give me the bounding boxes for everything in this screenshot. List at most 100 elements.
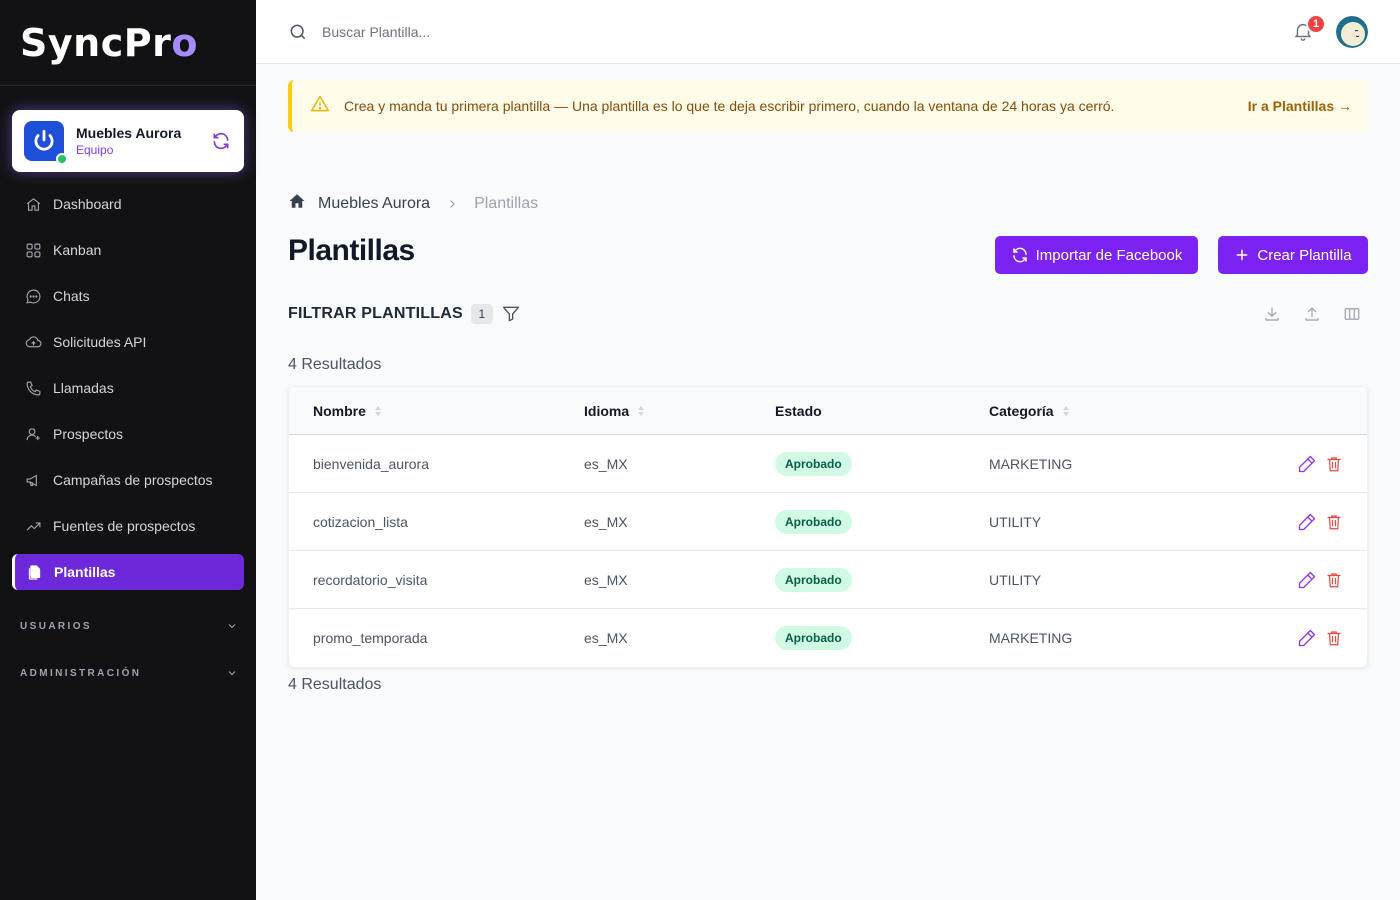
sort-icon[interactable]	[637, 405, 645, 417]
nav-item-solicitudes-api[interactable]: Solicitudes API	[12, 324, 244, 360]
edit-icon[interactable]	[1297, 512, 1317, 532]
template-name: recordatorio_visita	[313, 571, 428, 588]
column-idioma[interactable]: Idioma	[584, 403, 775, 419]
table-row[interactable]: bienvenida_aurora es_MX Aprobado MARKETI…	[289, 435, 1367, 493]
upload-icon[interactable]	[1303, 305, 1321, 328]
logo[interactable]: SyncPro	[0, 0, 256, 86]
sidebar: SyncPro Muebles Aurora Equipo Dashboard …	[0, 0, 256, 900]
refresh-icon	[1011, 246, 1029, 264]
breadcrumb-current: Plantillas	[474, 194, 539, 212]
alert-link[interactable]: Ir a Plantillas →	[1248, 98, 1352, 114]
nav-item-chats[interactable]: Chats	[12, 278, 244, 314]
notification-badge: 1	[1306, 14, 1326, 34]
filter-icon[interactable]	[501, 304, 521, 324]
template-language: es_MX	[584, 630, 628, 646]
topbar: 1	[256, 0, 1400, 64]
alert-text: Crea y manda tu primera plantilla — Una …	[344, 98, 1115, 114]
import-facebook-button[interactable]: Importar de Facebook	[995, 236, 1198, 274]
template-name: promo_temporada	[313, 630, 428, 646]
nav-label: Prospectos	[53, 426, 124, 442]
create-template-button[interactable]: Crear Plantilla	[1218, 236, 1368, 274]
create-label: Crear Plantilla	[1257, 246, 1352, 264]
template-category: UTILITY	[989, 571, 1042, 588]
templates-table: Nombre Idioma Estado Categoría bienvenid…	[288, 386, 1368, 668]
chevron-right-icon	[446, 198, 458, 210]
nav-item-campanas[interactable]: Campañas de prospectos	[12, 462, 244, 498]
sort-icon[interactable]	[1062, 405, 1070, 417]
trash-icon[interactable]	[1325, 570, 1343, 590]
logo-text: SyncPro	[20, 20, 198, 65]
nav-label: Fuentes de prospectos	[53, 518, 196, 534]
trending-up-icon	[24, 517, 42, 535]
power-icon	[34, 129, 54, 151]
trash-icon[interactable]	[1325, 628, 1343, 648]
breadcrumb-home[interactable]: Muebles Aurora	[318, 195, 430, 213]
nav-item-plantillas[interactable]: Plantillas	[12, 554, 244, 590]
filter-title: FILTRAR PLANTILLAS	[288, 305, 463, 322]
online-indicator	[56, 153, 68, 165]
column-categoria[interactable]: Categoría	[989, 403, 1189, 419]
nav-label: Kanban	[53, 242, 102, 258]
column-label: Idioma	[584, 402, 630, 419]
template-category: UTILITY	[989, 513, 1042, 530]
filter-count-badge: 1	[470, 304, 493, 324]
column-nombre[interactable]: Nombre	[289, 403, 584, 419]
column-label: Estado	[775, 402, 822, 419]
section-usuarios[interactable]: USUARIOS	[20, 620, 238, 632]
section-label: USUARIOS	[20, 620, 92, 632]
search-input[interactable]	[322, 20, 722, 44]
chat-icon	[24, 287, 42, 305]
nav-label: Dashboard	[53, 196, 122, 212]
download-icon[interactable]	[1263, 305, 1281, 328]
home-icon[interactable]	[288, 192, 306, 215]
table-row[interactable]: promo_temporada es_MX Aprobado MARKETING	[289, 609, 1367, 667]
warning-icon	[310, 94, 330, 119]
team-avatar	[24, 121, 68, 165]
team-switcher[interactable]: Muebles Aurora Equipo	[12, 110, 244, 172]
user-avatar[interactable]	[1336, 16, 1368, 48]
grid-icon	[24, 241, 42, 259]
column-estado: Estado	[775, 403, 989, 419]
edit-icon[interactable]	[1297, 570, 1317, 590]
edit-icon[interactable]	[1297, 628, 1317, 648]
template-name: bienvenida_aurora	[313, 455, 429, 472]
template-category: MARKETING	[989, 455, 1073, 472]
cloud-upload-icon	[24, 333, 42, 351]
edit-icon[interactable]	[1297, 454, 1317, 474]
template-name: cotizacion_lista	[313, 513, 408, 530]
template-language: es_MX	[584, 513, 628, 530]
user-plus-icon	[24, 425, 42, 443]
results-count-bottom: 4 Resultados	[288, 676, 382, 693]
column-label: Categoría	[989, 402, 1054, 419]
status-badge: Aprobado	[775, 626, 852, 650]
page-title: Plantillas	[288, 234, 415, 267]
switch-team-icon[interactable]	[210, 130, 232, 152]
search-icon	[288, 22, 308, 47]
table-row[interactable]: cotizacion_lista es_MX Aprobado UTILITY	[289, 493, 1367, 551]
sort-icon[interactable]	[374, 405, 382, 417]
nav-item-dashboard[interactable]: Dashboard	[12, 186, 244, 222]
documents-icon	[25, 563, 43, 581]
table-row[interactable]: recordatorio_visita es_MX Aprobado UTILI…	[289, 551, 1367, 609]
team-role: Equipo	[76, 143, 114, 157]
trash-icon[interactable]	[1325, 512, 1343, 532]
columns-icon[interactable]	[1343, 305, 1361, 328]
filter-bar: FILTRAR PLANTILLAS 1	[288, 304, 521, 324]
nav-label: Solicitudes API	[53, 334, 147, 350]
chevron-down-icon	[228, 671, 236, 676]
template-language: es_MX	[584, 571, 628, 588]
status-badge: Aprobado	[775, 509, 852, 534]
nav-item-llamadas[interactable]: Llamadas	[12, 370, 244, 406]
plus-icon	[1234, 247, 1250, 263]
nav-item-kanban[interactable]: Kanban	[12, 232, 244, 268]
home-icon	[24, 195, 42, 213]
nav-label: Plantillas	[54, 564, 116, 580]
nav-item-fuentes[interactable]: Fuentes de prospectos	[12, 508, 244, 544]
column-label: Nombre	[313, 402, 366, 419]
section-administracion[interactable]: ADMINISTRACIÓN	[20, 667, 238, 679]
phone-icon	[24, 379, 42, 397]
breadcrumb: Muebles Aurora Plantillas	[288, 192, 538, 215]
section-label: ADMINISTRACIÓN	[20, 667, 142, 679]
nav-item-prospectos[interactable]: Prospectos	[12, 416, 244, 452]
trash-icon[interactable]	[1325, 454, 1343, 474]
